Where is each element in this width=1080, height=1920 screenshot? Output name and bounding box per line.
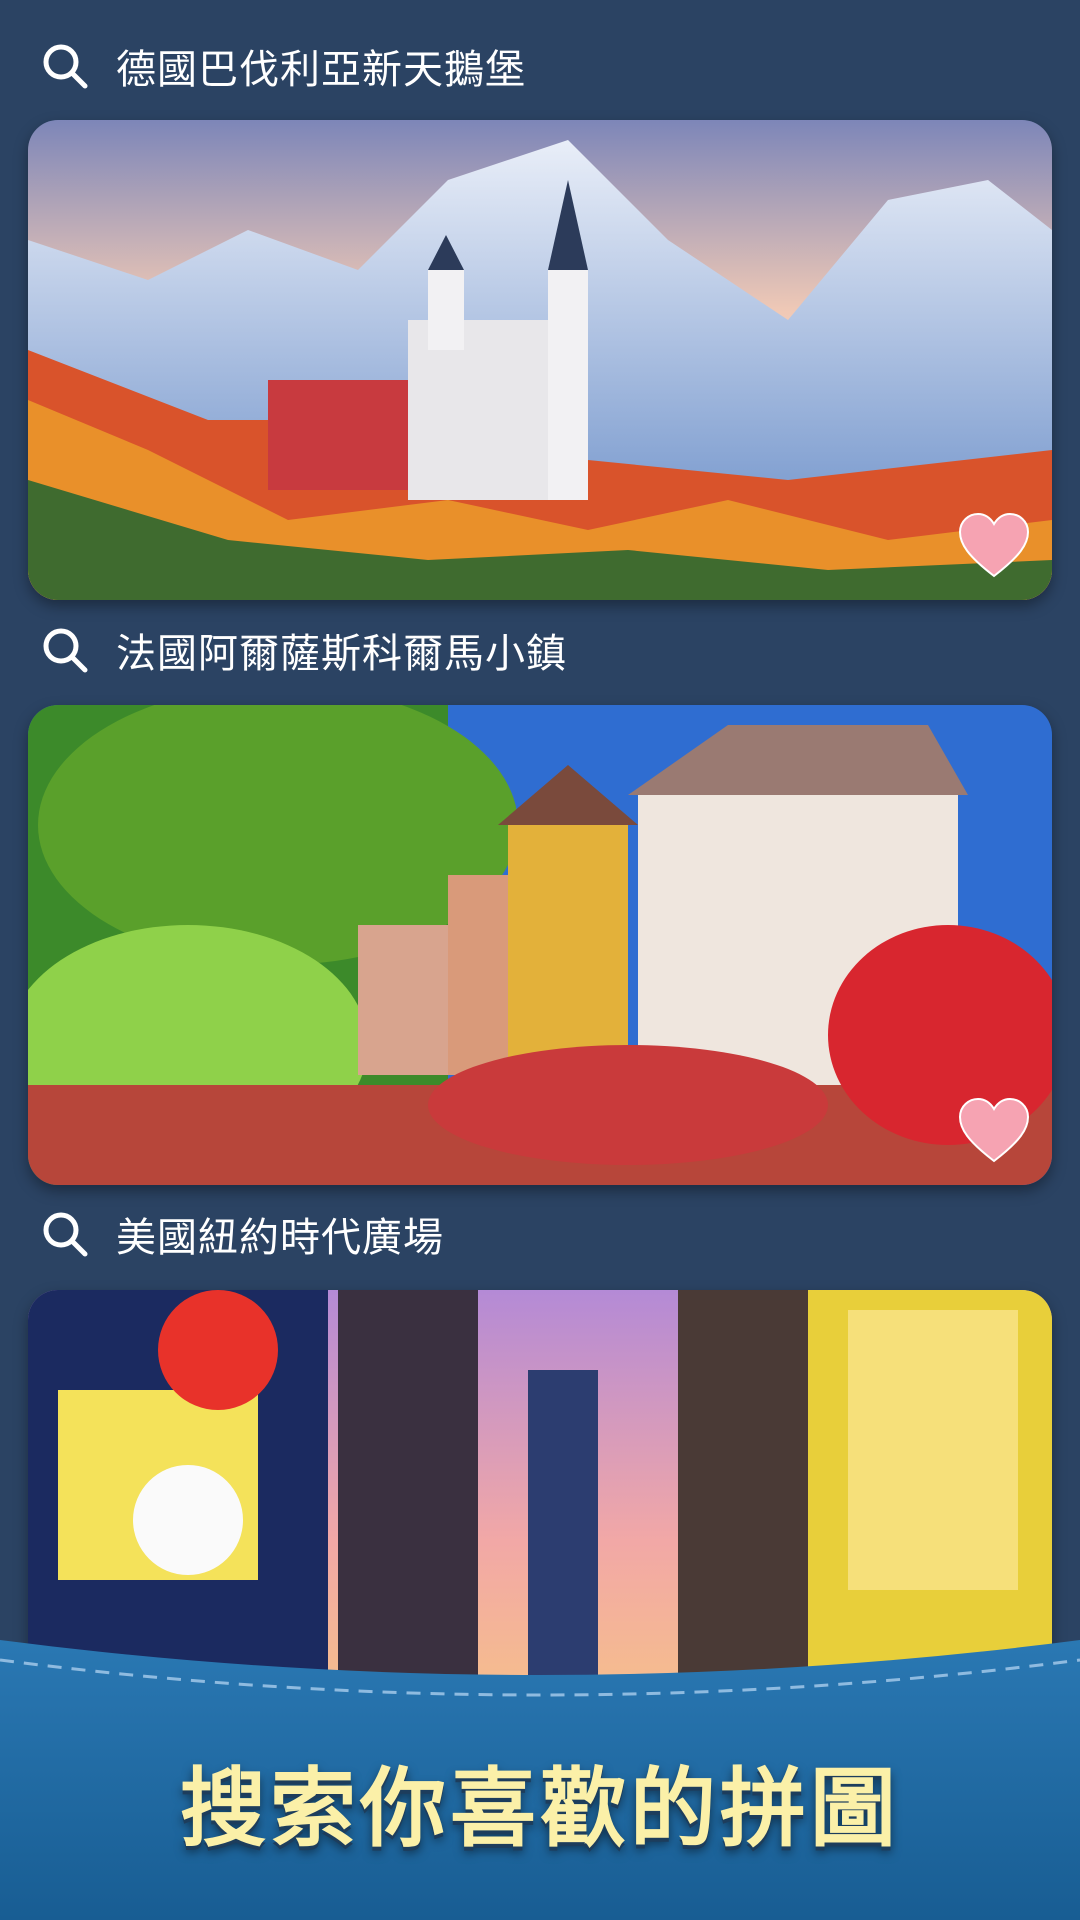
banner-title: 搜索你喜歡的拼圖: [180, 1759, 900, 1859]
search-row-neuschwanstein[interactable]: 德國巴伐利亞新天鵝堡: [42, 34, 526, 98]
favorite-heart-icon[interactable]: [958, 1097, 1030, 1163]
castle-puzzle-image: [28, 120, 1052, 600]
search-icon: [42, 627, 88, 673]
favorite-heart-icon[interactable]: [958, 512, 1030, 578]
search-title: 美國紐約時代廣場: [116, 1215, 444, 1261]
puzzle-card-neuschwanstein[interactable]: [28, 120, 1052, 600]
search-row-times-square[interactable]: 美國紐約時代廣場: [42, 1202, 444, 1266]
search-icon: [42, 1211, 88, 1257]
search-icon: [42, 43, 88, 89]
search-title: 法國阿爾薩斯科爾馬小鎮: [116, 631, 567, 677]
puzzle-card-colmar[interactable]: [28, 705, 1052, 1185]
colmar-puzzle-image: [28, 705, 1052, 1185]
search-title: 德國巴伐利亞新天鵝堡: [116, 47, 526, 93]
search-row-colmar[interactable]: 法國阿爾薩斯科爾馬小鎮: [42, 618, 567, 682]
